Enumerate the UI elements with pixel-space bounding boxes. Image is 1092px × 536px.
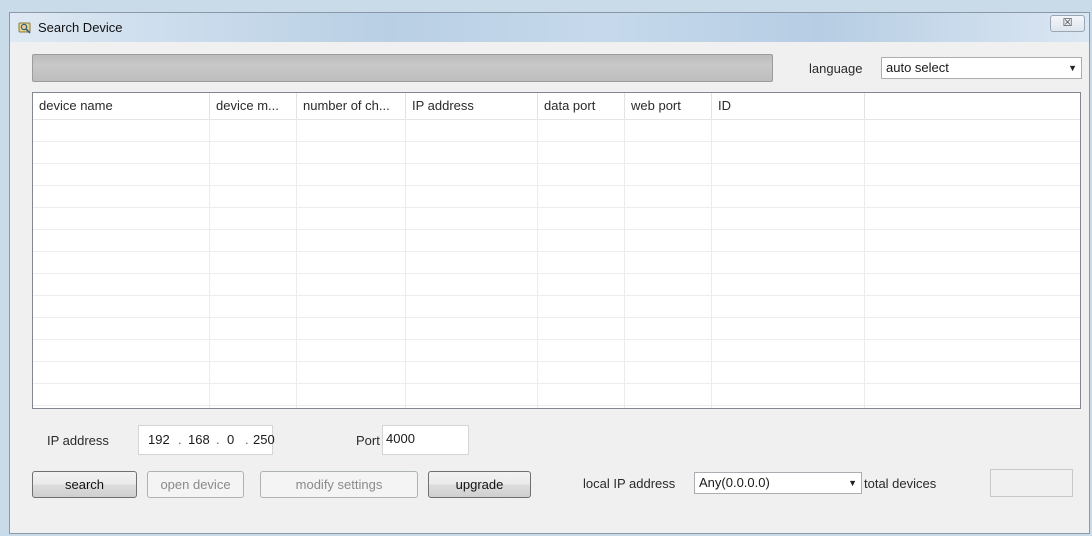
device-list-header: device name device m... number of ch... … <box>33 93 1080 120</box>
dropdown-arrow-icon: ▼ <box>848 478 857 488</box>
ip-dot: . <box>178 432 182 447</box>
window-title: Search Device <box>38 20 123 35</box>
column-blank <box>865 93 1080 119</box>
table-row[interactable] <box>33 273 1080 296</box>
device-list-rows <box>33 119 1080 408</box>
ip-dot: . <box>245 432 249 447</box>
table-row[interactable] <box>33 251 1080 274</box>
column-id[interactable]: ID <box>712 93 865 119</box>
ip-octet-4[interactable]: 250 <box>253 432 275 447</box>
column-web-port[interactable]: web port <box>625 93 712 119</box>
language-select[interactable]: auto select ▼ <box>881 57 1082 79</box>
search-device-window: Search Device ☒ language auto select ▼ d… <box>9 12 1090 534</box>
column-device-model[interactable]: device m... <box>210 93 297 119</box>
language-selected-value: auto select <box>886 60 949 75</box>
port-label: Port <box>356 433 380 448</box>
column-ip-address[interactable]: IP address <box>406 93 538 119</box>
modify-settings-button[interactable]: modify settings <box>260 471 418 498</box>
table-row[interactable] <box>33 295 1080 318</box>
dropdown-arrow-icon: ▼ <box>1068 63 1077 73</box>
local-ip-select[interactable]: Any(0.0.0.0) ▼ <box>694 472 862 494</box>
language-label: language <box>809 61 863 76</box>
table-row[interactable] <box>33 383 1080 406</box>
table-row[interactable] <box>33 339 1080 362</box>
column-number-of-channels[interactable]: number of ch... <box>297 93 406 119</box>
local-ip-label: local IP address <box>583 476 676 491</box>
open-device-button[interactable]: open device <box>147 471 244 498</box>
table-row[interactable] <box>33 141 1080 164</box>
column-device-name[interactable]: device name <box>33 93 210 119</box>
title-bar[interactable]: Search Device ☒ <box>10 13 1089 42</box>
search-device-app-icon <box>18 22 31 34</box>
table-row[interactable] <box>33 207 1080 230</box>
search-progress-bar <box>32 54 773 82</box>
port-value: 4000 <box>386 431 415 446</box>
total-devices-label: total devices <box>864 476 937 491</box>
ip-octet-2[interactable]: 168 <box>188 432 210 447</box>
port-input[interactable]: 4000 <box>382 425 469 455</box>
ip-octet-1[interactable]: 192 <box>148 432 170 447</box>
table-row[interactable] <box>33 317 1080 340</box>
table-row[interactable] <box>33 361 1080 384</box>
column-data-port[interactable]: data port <box>538 93 625 119</box>
total-devices-field <box>990 469 1073 497</box>
ip-dot: . <box>216 432 220 447</box>
table-row[interactable] <box>33 163 1080 186</box>
device-list[interactable]: device name device m... number of ch... … <box>32 92 1081 409</box>
search-button[interactable]: search <box>32 471 137 498</box>
local-ip-selected-value: Any(0.0.0.0) <box>699 475 770 490</box>
upgrade-button[interactable]: upgrade <box>428 471 531 498</box>
close-button[interactable]: ☒ <box>1050 15 1085 32</box>
ip-address-label: IP address <box>47 433 109 448</box>
table-row[interactable] <box>33 229 1080 252</box>
ip-address-input[interactable]: 192 . 168 . 0 . 250 <box>138 425 275 455</box>
close-icon: ☒ <box>1062 17 1073 29</box>
ip-octet-3[interactable]: 0 <box>227 432 234 447</box>
table-row[interactable] <box>33 185 1080 208</box>
table-row[interactable] <box>33 119 1080 142</box>
